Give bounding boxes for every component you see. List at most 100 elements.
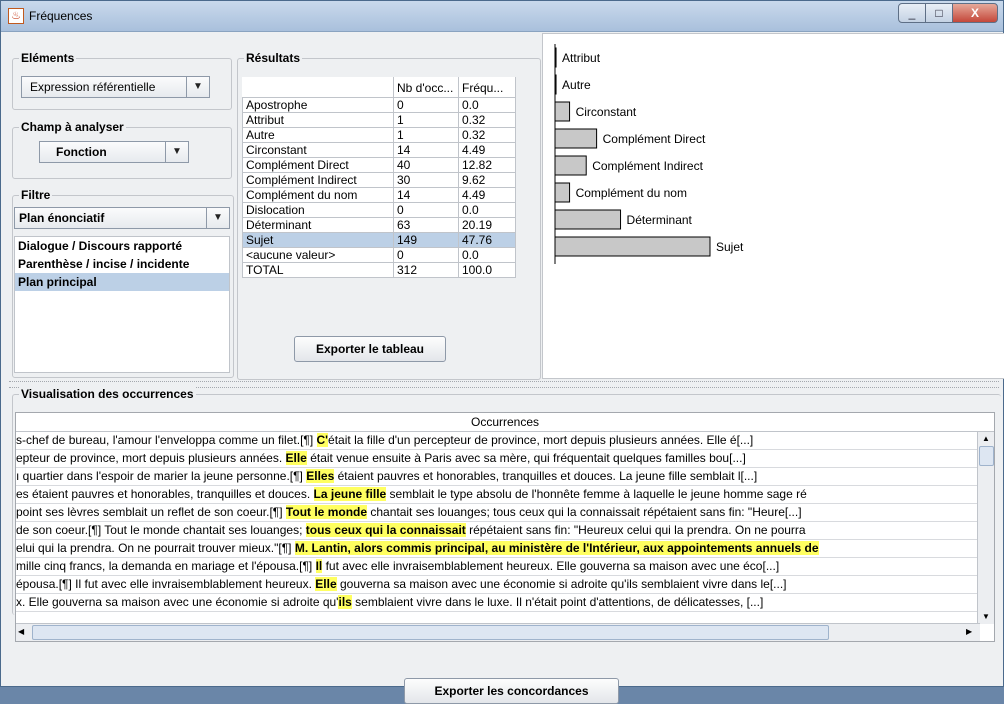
elements-combo-value: Expression référentielle [30, 80, 156, 94]
occurrence-row[interactable]: point ses lèvres semblait un reflet de s… [16, 504, 979, 522]
minimize-button[interactable]: _ [898, 3, 926, 23]
table-cell-name: Déterminant [242, 217, 394, 233]
table-row[interactable]: Déterminant 63 20.19 [242, 217, 516, 233]
scroll-right-icon[interactable]: ▶ [966, 625, 978, 639]
table-cell-name: Autre [242, 127, 394, 143]
horizontal-scroll-thumb[interactable] [32, 625, 829, 640]
results-col-header-count[interactable]: Nb d'occ... [393, 77, 459, 98]
table-cell-n: 14 [393, 187, 459, 203]
table-row[interactable]: Apostrophe 0 0.0 [242, 97, 516, 113]
vertical-scrollbar[interactable]: ▲ ▼ [977, 432, 994, 624]
occurrences-column-header[interactable]: Occurrences [16, 413, 994, 432]
chart-bar [554, 209, 622, 230]
export-concordances-button[interactable]: Exporter les concordances [404, 678, 619, 704]
bar-chart-svg: Attribut Autre Circonstant Complément Direc… [554, 44, 744, 264]
app-window: ♨ Fréquences _ □ X Eléments Expression r… [0, 0, 1004, 704]
table-row[interactable]: Sujet 149 47.76 [242, 232, 516, 248]
champ-combo-value: Fonction [56, 145, 107, 159]
maximize-button[interactable]: □ [925, 3, 953, 23]
occurrence-hl: M. Lantin, alors commis principal, au mi… [294, 541, 819, 555]
table-cell-f: 100.0 [458, 262, 516, 278]
table-cell-n: 1 [393, 112, 459, 128]
occurrence-post: répétaient sans fin: "Heureux celui qui … [465, 523, 806, 537]
table-cell-name: Sujet [242, 232, 394, 248]
chart-bar [554, 101, 571, 122]
chart-bar-label: Déterminant [627, 213, 693, 227]
table-row[interactable]: Attribut 1 0.32 [242, 112, 516, 128]
occurrence-row[interactable]: x. Elle gouverna sa maison avec une écon… [16, 594, 979, 612]
occurrence-hl: ils [338, 595, 352, 609]
champ-group: Champ à analyser Fonction ▼ [12, 120, 232, 179]
table-cell-f: 20.19 [458, 217, 516, 233]
filtre-combo[interactable]: Plan énonciatif ▼ [14, 207, 230, 229]
table-row[interactable]: Complément Direct 40 12.82 [242, 157, 516, 173]
table-cell-n: 0 [393, 202, 459, 218]
table-cell-f: 0.0 [458, 247, 516, 263]
close-button[interactable]: X [952, 3, 998, 23]
occurrence-row[interactable]: épousa.[¶] Il fut avec elle invraisembla… [16, 576, 979, 594]
occurrence-pre: ı quartier dans l'espoir de marier la je… [16, 469, 307, 483]
occurrences-title: Visualisation des occurrences [19, 387, 196, 401]
table-row[interactable]: Dislocation 0 0.0 [242, 202, 516, 218]
occurrence-post: semblaient vivre dans le luxe. Il n'étai… [351, 595, 764, 609]
occurrence-post: gouverna sa maison avec une économie si … [336, 577, 787, 591]
scroll-down-icon[interactable]: ▼ [978, 610, 994, 624]
occurrence-row[interactable]: s-chef de bureau, l'amour l'enveloppa co… [16, 432, 979, 450]
results-table: Nb d'occ... Fréqu... Apostrophe 0 0.0 Attri… [242, 77, 516, 278]
occurrence-post: était venue ensuite à Paris avec sa mère… [306, 451, 746, 465]
occurrence-row[interactable]: de son coeur.[¶] Tout le monde chantait … [16, 522, 979, 540]
elements-combo[interactable]: Expression référentielle ▼ [21, 76, 210, 98]
table-row[interactable]: Complément Indirect 30 9.62 [242, 172, 516, 188]
scroll-up-icon[interactable]: ▲ [978, 432, 994, 446]
triangle-down-icon[interactable]: ▼ [206, 208, 229, 228]
table-cell-f: 0.32 [458, 127, 516, 143]
occurrence-post: était la fille d'un percepteur de provin… [328, 433, 754, 447]
occurrence-post: étaient pauvres et honorables, tranquill… [334, 469, 758, 483]
table-cell-f: 4.49 [458, 187, 516, 203]
champ-combo[interactable]: Fonction ▼ [39, 141, 189, 163]
occurrence-row[interactable]: mille cinq francs, la demanda en mariage… [16, 558, 979, 576]
table-cell-name: Circonstant [242, 142, 394, 158]
champ-title: Champ à analyser [19, 120, 126, 134]
title-bar[interactable]: ♨ Fréquences _ □ X [1, 1, 1003, 32]
occurrence-row[interactable]: ı quartier dans l'espoir de marier la je… [16, 468, 979, 486]
occurrence-hl: Elle [315, 577, 337, 591]
list-item[interactable]: Parenthèse / incise / incidente [15, 255, 229, 273]
table-cell-f: 0.0 [458, 202, 516, 218]
results-header-blank [242, 77, 394, 98]
scroll-left-icon[interactable]: ◀ [18, 625, 30, 639]
results-col-header-freq[interactable]: Fréqu... [458, 77, 516, 98]
java-cup-icon: ♨ [8, 8, 24, 24]
table-row[interactable]: Autre 1 0.32 [242, 127, 516, 143]
table-row[interactable]: Complément du nom 14 4.49 [242, 187, 516, 203]
horizontal-scrollbar[interactable]: ◀ ▶ [16, 623, 980, 641]
occurrence-pre: elui qui la prendra. On ne pourrait trou… [16, 541, 295, 555]
elements-group: Eléments Expression référentielle ▼ [12, 51, 232, 110]
table-cell-name: <aucune valeur> [242, 247, 394, 263]
table-row[interactable]: <aucune valeur> 0 0.0 [242, 247, 516, 263]
occurrence-post: fut avec elle invraisemblablement heureu… [322, 559, 780, 573]
list-item[interactable]: Dialogue / Discours rapporté [15, 237, 229, 255]
chart-bar [554, 74, 557, 95]
export-table-button[interactable]: Exporter le tableau [294, 336, 446, 362]
table-cell-name: Complément Indirect [242, 172, 394, 188]
occurrence-pre: mille cinq francs, la demanda en mariage… [16, 559, 316, 573]
table-row[interactable]: Circonstant 14 4.49 [242, 142, 516, 158]
occurrence-row[interactable]: elui qui la prendra. On ne pourrait trou… [16, 540, 979, 558]
occurrence-pre: épousa.[¶] Il fut avec elle invraisembla… [16, 577, 316, 591]
vertical-scroll-thumb[interactable] [979, 446, 994, 466]
triangle-down-icon[interactable]: ▼ [186, 77, 209, 97]
table-cell-name: TOTAL [242, 262, 394, 278]
occurrence-pre: epteur de province, mort depuis plusieur… [16, 451, 286, 465]
main-content: Eléments Expression référentielle ▼ Cham… [9, 32, 1004, 704]
filtre-list: Dialogue / Discours rapporté Parenthèse … [14, 236, 230, 373]
filtre-title: Filtre [19, 188, 53, 202]
filtre-group: Filtre Plan énonciatif ▼ Dialogue / Disc… [12, 188, 234, 378]
occurrence-row[interactable]: epteur de province, mort depuis plusieur… [16, 450, 979, 468]
list-item-selected[interactable]: Plan principal [15, 273, 229, 291]
chart-bar [554, 47, 557, 68]
table-row[interactable]: TOTAL 312 100.0 [242, 262, 516, 278]
triangle-down-icon[interactable]: ▼ [165, 142, 188, 162]
occurrence-row[interactable]: es étaient pauvres et honorables, tranqu… [16, 486, 979, 504]
table-cell-f: 0.0 [458, 97, 516, 113]
